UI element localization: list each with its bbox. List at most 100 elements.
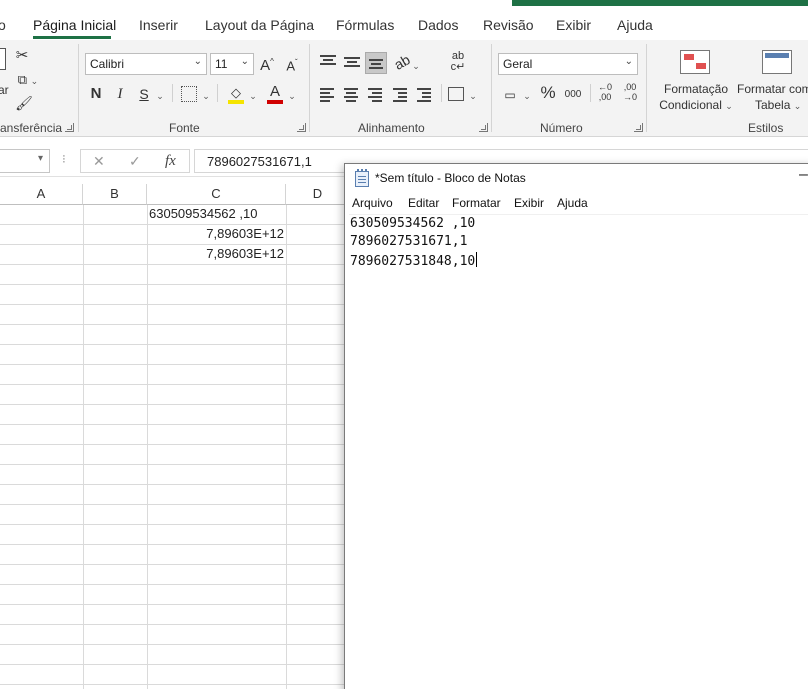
- accounting-dropdown-icon[interactable]: ⌄: [522, 86, 532, 106]
- font-group-label: Fonte: [169, 121, 200, 135]
- format-as-table-label-2: Tabela: [755, 98, 791, 112]
- bold-button[interactable]: N: [87, 84, 105, 104]
- format-painter-icon[interactable]: 🖌: [14, 93, 34, 113]
- comma-style-button[interactable]: 000: [562, 85, 584, 105]
- font-color-glyph: A: [269, 83, 280, 100]
- accounting-format-icon[interactable]: ▭: [501, 85, 519, 105]
- cell-c3[interactable]: 7,89603E+12: [148, 246, 284, 261]
- column-header-a[interactable]: A: [0, 184, 83, 205]
- format-as-table-button[interactable]: Formatar com Tabela ⌄: [737, 81, 808, 114]
- borders-dropdown-icon[interactable]: ⌄: [201, 86, 211, 106]
- group-divider: [309, 44, 310, 132]
- fill-color-dropdown-icon[interactable]: ⌄: [248, 86, 258, 106]
- tab-arquivo-partial[interactable]: o: [0, 17, 6, 33]
- tab-exibir[interactable]: Exibir: [556, 17, 591, 33]
- clipboard-launcher-icon[interactable]: [65, 123, 74, 132]
- cell-c2[interactable]: 7,89603E+12: [148, 226, 284, 241]
- align-center-icon[interactable]: [344, 88, 360, 102]
- notepad-icon: [355, 169, 369, 187]
- enter-icon[interactable]: ✓: [129, 153, 141, 170]
- tab-revisao[interactable]: Revisão: [483, 17, 534, 33]
- notepad-window[interactable]: *Sem título - Bloco de Notas – Arquivo E…: [344, 163, 808, 689]
- menu-formatar[interactable]: Formatar: [452, 196, 501, 210]
- format-as-table-icon[interactable]: [762, 50, 792, 74]
- tab-ajuda[interactable]: Ajuda: [617, 17, 653, 33]
- ribbon-tab-bar: o Página Inicial Inserir Layout da Págin…: [0, 10, 808, 40]
- fill-color-icon[interactable]: ◇: [227, 83, 245, 104]
- font-size-value: 11: [215, 57, 228, 71]
- underline-dropdown-icon[interactable]: ⌄: [155, 86, 165, 106]
- tab-pagina-inicial[interactable]: Página Inicial: [33, 17, 116, 33]
- tab-inserir[interactable]: Inserir: [139, 17, 178, 33]
- merge-dropdown-icon[interactable]: ⌄: [468, 86, 478, 106]
- underline-button[interactable]: S: [136, 84, 152, 104]
- number-group-label: Número: [540, 121, 583, 135]
- column-header-b[interactable]: B: [83, 184, 147, 205]
- text-line-with-caret: 7896027531848,10: [350, 252, 478, 269]
- tab-formulas[interactable]: Fórmulas: [336, 17, 394, 33]
- menu-editar[interactable]: Editar: [408, 196, 439, 210]
- group-divider: [646, 44, 647, 132]
- paste-icon[interactable]: [0, 48, 6, 70]
- copy-icon[interactable]: ⧉ ⌄: [12, 70, 44, 91]
- italic-button[interactable]: I: [112, 84, 128, 104]
- wrap-text-icon[interactable]: ab c↵: [448, 51, 468, 73]
- gridline: [147, 205, 148, 689]
- conditional-formatting-label-1: Formatação: [663, 82, 729, 96]
- chevron-down-icon: ⌄: [193, 56, 202, 67]
- tab-dados[interactable]: Dados: [418, 17, 458, 33]
- increase-decimal-button[interactable]: ←0 ,00: [594, 82, 616, 102]
- alignment-launcher-icon[interactable]: [479, 123, 488, 132]
- cancel-icon[interactable]: ✕: [93, 153, 105, 170]
- number-launcher-icon[interactable]: [634, 123, 643, 132]
- increase-indent-icon[interactable]: [417, 88, 433, 102]
- ribbon: ✂ ⧉ ⌄ ar 🖌 ansferência Calibri ⌄ 11 ⌄ A^…: [0, 40, 808, 137]
- tab-layout-da-pagina[interactable]: Layout da Página: [205, 17, 314, 33]
- font-color-dropdown-icon[interactable]: ⌄: [287, 86, 297, 106]
- insert-function-icon[interactable]: fx: [165, 153, 176, 170]
- percent-style-button[interactable]: %: [538, 83, 558, 103]
- align-middle-icon[interactable]: [344, 57, 360, 71]
- number-format-select[interactable]: Geral ⌄: [498, 53, 638, 75]
- cell-c1[interactable]: 630509534562 ,10: [149, 206, 257, 221]
- name-box[interactable]: ▾: [0, 149, 50, 173]
- menu-ajuda[interactable]: Ajuda: [557, 196, 588, 210]
- align-right-icon[interactable]: [368, 88, 384, 102]
- chevron-down-icon: ⌄: [240, 56, 249, 67]
- decrease-indent-icon[interactable]: [393, 88, 409, 102]
- group-divider: [78, 44, 79, 132]
- conditional-formatting-icon[interactable]: [680, 50, 710, 74]
- shrink-font-button[interactable]: Aˇ: [283, 53, 301, 76]
- merge-center-icon[interactable]: [448, 87, 464, 101]
- font-name-value: Calibri: [90, 57, 125, 71]
- decrease-decimal-button[interactable]: ,00 →0: [619, 82, 641, 102]
- align-left-icon[interactable]: [320, 88, 336, 102]
- chevron-down-icon: ⌄: [624, 56, 633, 67]
- conditional-formatting-button[interactable]: Formatação Condicional ⌄: [657, 81, 735, 114]
- borders-icon[interactable]: [181, 86, 197, 102]
- notepad-title-bar[interactable]: *Sem título - Bloco de Notas –: [345, 164, 808, 192]
- font-launcher-icon[interactable]: [297, 123, 306, 132]
- grow-font-button[interactable]: A^: [258, 52, 276, 76]
- format-as-table-label-1: Formatar com: [737, 82, 808, 96]
- minimize-button[interactable]: –: [799, 166, 808, 184]
- menu-arquivo[interactable]: Arquivo: [352, 196, 393, 210]
- column-header-c[interactable]: C: [147, 184, 286, 205]
- alignment-group-label: Alinhamento: [358, 121, 425, 135]
- align-bottom-button[interactable]: [365, 52, 387, 74]
- divider: [441, 84, 442, 102]
- menu-exibir[interactable]: Exibir: [514, 196, 544, 210]
- text-line: 630509534562 ,10: [350, 216, 476, 231]
- notepad-text-area[interactable]: 630509534562 ,10 7896027531671,1 7896027…: [349, 214, 808, 684]
- orientation-dropdown-icon[interactable]: ⌄: [411, 56, 421, 76]
- divider: [217, 84, 218, 102]
- font-name-select[interactable]: Calibri ⌄: [85, 53, 207, 75]
- font-color-button[interactable]: A: [266, 82, 284, 104]
- active-tab-underline: [33, 36, 111, 39]
- align-top-icon[interactable]: [320, 55, 336, 69]
- formula-bar-grip-icon[interactable]: ⁝: [62, 152, 66, 166]
- column-header-d[interactable]: D: [286, 184, 350, 205]
- cut-icon[interactable]: ✂: [12, 46, 32, 66]
- font-size-select[interactable]: 11 ⌄: [210, 53, 254, 75]
- styles-group-label: Estilos: [748, 121, 784, 135]
